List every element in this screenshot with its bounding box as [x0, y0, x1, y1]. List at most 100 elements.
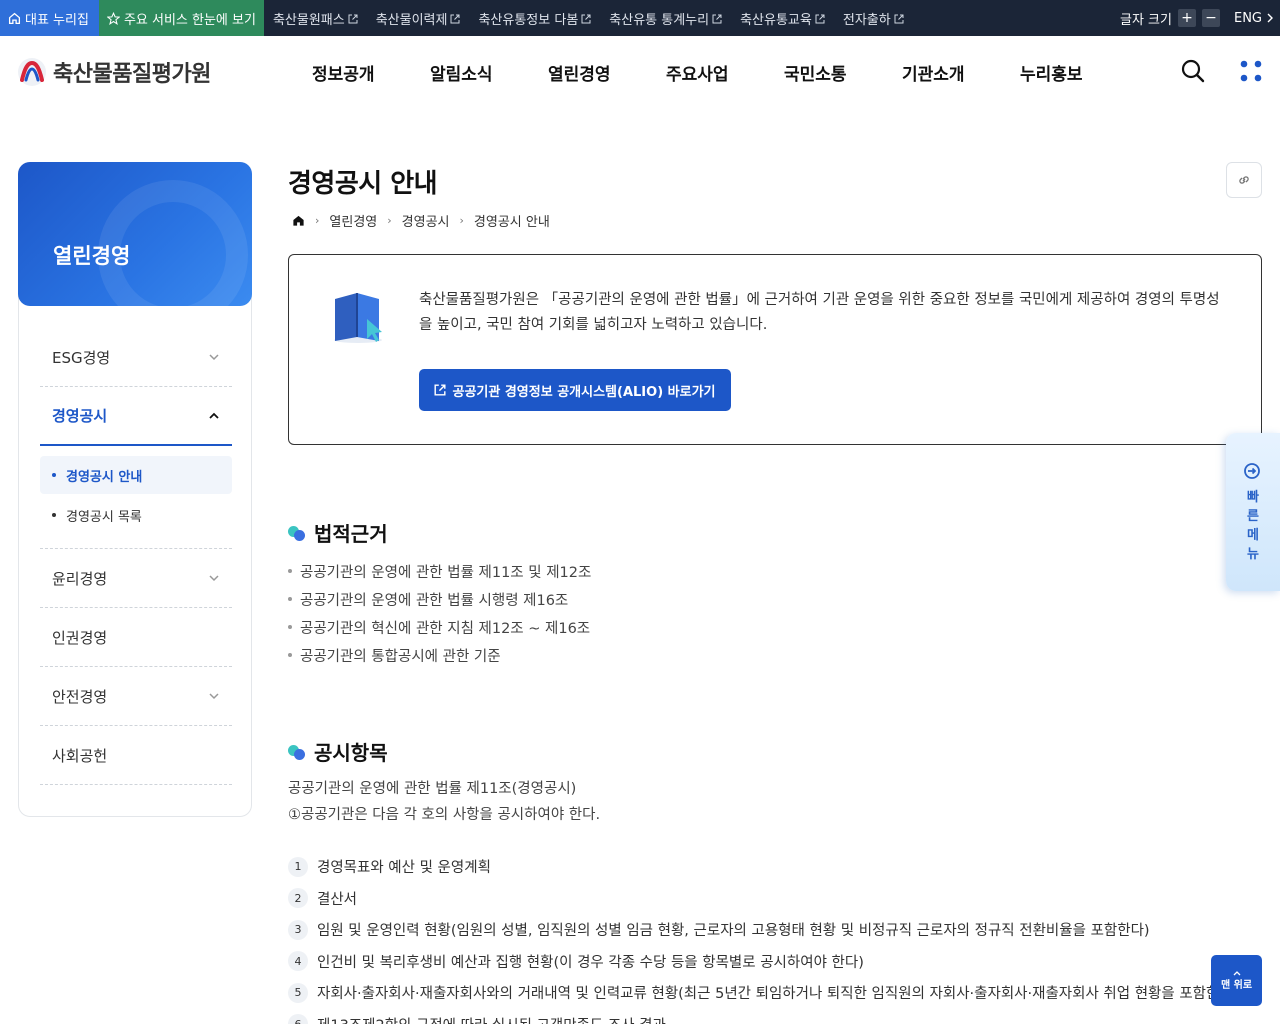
family-link-shipping[interactable]: 전자출하 [834, 9, 913, 28]
sidebar-item-ethics[interactable]: 윤리경영 [40, 549, 232, 608]
list-item: 6 제13조제2항의 규정에 따라 실시된 고객만족도 조사 결과 [288, 1009, 1212, 1024]
disclosure-items-list: 1 경영목표와 예산 및 운영계획 2 결산서 3 임원 및 운영인력 현황(임원의 … [288, 851, 1212, 1024]
submenu-item-label: 경영공시 목록 [66, 509, 142, 525]
external-link-icon [348, 13, 358, 24]
home-icon[interactable] [292, 214, 305, 227]
search-icon[interactable] [1180, 58, 1206, 84]
family-link-stats[interactable]: 축산유통 통계누리 [600, 9, 731, 28]
family-link-traceability[interactable]: 축산물이력제 [367, 9, 470, 28]
intro-text: 축산물품질평가원은 「공공기관의 운영에 관한 법률」에 근거하여 기관 운영을… [419, 292, 1220, 333]
item-number: 1 [288, 856, 308, 877]
home-icon [8, 12, 21, 24]
back-to-top-button[interactable]: 맨 위로 [1211, 955, 1262, 1006]
list-item: 5 자회사·출자회사·재출자회사와의 거래내역 및 인력교류 현황(최근 5년간 … [288, 977, 1212, 1009]
intro-box: 축산물품질평가원은 「공공기관의 운영에 관한 법률」에 근거하여 기관 운영을… [288, 254, 1262, 445]
submenu-item-disclosure-list[interactable]: 경영공시 목록 [40, 496, 232, 534]
sidebar-submenu: 경영공시 안내 경영공시 목록 [40, 446, 232, 549]
logo-mark-icon [18, 58, 46, 86]
book-icon [334, 293, 382, 343]
sidebar-menu: ESG경영 경영공시 경영공시 안내 경영공시 목록 윤리경영 인권경영 안전경… [40, 328, 232, 785]
item-text: 결산서 [317, 891, 358, 908]
family-link-label: 축산유통 통계누리 [609, 12, 710, 28]
item-text: 자회사·출자회사·재출자회사와의 거래내역 및 인력교류 현황(최근 5년간 퇴… [317, 986, 1212, 1003]
family-link-label: 축산유통교육 [740, 12, 812, 28]
item-number: 4 [288, 951, 308, 972]
page-title: 경영공시 안내 [288, 169, 438, 199]
family-link-onepass[interactable]: 축산물원패스 [264, 9, 367, 28]
item-number: 3 [288, 919, 308, 940]
family-link-label: 축산유통정보 다봄 [478, 12, 579, 28]
external-link-icon [450, 13, 460, 24]
external-link-icon [581, 13, 591, 24]
list-item: 공공기관의 운영에 관한 법률 시행령 제16조 [288, 585, 591, 613]
sidebar-title: 열린경영 [53, 244, 131, 268]
chevron-down-icon [209, 575, 219, 582]
all-menu-icon[interactable] [1240, 60, 1262, 82]
chevron-down-icon [209, 693, 219, 700]
services-overview-link[interactable]: 주요 서비스 한눈에 보기 [98, 0, 264, 36]
breadcrumb-current: 경영공시 안내 [473, 215, 550, 230]
home-site-link[interactable]: 대표 누리집 [0, 0, 99, 36]
external-link-icon [815, 13, 825, 24]
font-size-label: 글자 크기 [1120, 12, 1172, 28]
submenu-item-disclosure-guide[interactable]: 경영공시 안내 [40, 456, 232, 494]
list-item: 공공기관의 운영에 관한 법률 제11조 및 제12조 [288, 557, 591, 585]
item-number: 6 [288, 1014, 308, 1024]
star-icon [106, 11, 120, 25]
family-link-label: 축산물원패스 [272, 12, 345, 28]
bullet-dot [52, 473, 56, 477]
home-site-label: 대표 누리집 [25, 12, 89, 28]
nav-news[interactable]: 알림소식 [430, 60, 548, 85]
list-item: 공공기관의 혁신에 관한 지침 제12조 ~ 제16조 [288, 613, 591, 641]
list-item: 1 경영목표와 예산 및 운영계획 [288, 851, 1212, 883]
sidebar-item-esg[interactable]: ESG경영 [40, 328, 232, 387]
quick-menu-icon [1244, 463, 1260, 479]
breadcrumb-separator: › [387, 214, 392, 227]
list-item: 2 결산서 [288, 883, 1212, 915]
list-item: 4 인건비 및 복리후생비 예산과 집행 현황(이 경우 각종 수당 등을 항목별… [288, 946, 1212, 978]
section-bullet-icon [288, 524, 306, 542]
breadcrumb-separator: › [315, 214, 320, 227]
sidebar-item-label: 사회공헌 [52, 746, 108, 765]
link-icon [1239, 176, 1249, 184]
nav-about[interactable]: 기관소개 [902, 60, 1020, 85]
item-text: 임원 및 운영인력 현황(임원의 성별, 임직원의 성별 임금 현황, 근로자의… [317, 923, 1150, 940]
bullet-dot [52, 513, 56, 517]
sidebar-banner: 열린경영 [18, 162, 252, 306]
breadcrumb-item[interactable]: 경영공시 [402, 211, 450, 230]
top-utility-bar: 대표 누리집 주요 서비스 한눈에 보기 축산물원패스 축산물이력제 축산유통정… [0, 0, 1280, 36]
site-header: 축산물품질평가원 정보공개 알림소식 열린경영 주요사업 국민소통 기관소개 누… [0, 36, 1280, 108]
nav-info-disclosure[interactable]: 정보공개 [312, 60, 430, 85]
external-link-icon [434, 384, 447, 396]
english-site-label: ENG [1233, 10, 1262, 26]
section-bullet-icon [288, 743, 306, 761]
sidebar-item-human-rights[interactable]: 인권경영 [40, 608, 232, 667]
sub-navigation-sidebar: 열린경영 ESG경영 경영공시 경영공시 안내 경영공시 목록 윤리경영 인권경… [18, 162, 252, 817]
nav-main-business[interactable]: 주요사업 [666, 60, 784, 85]
chevron-up-icon [209, 412, 219, 419]
sidebar-item-label: 윤리경영 [52, 569, 108, 588]
sidebar-item-social-contribution[interactable]: 사회공헌 [40, 726, 232, 785]
family-link-education[interactable]: 축산유통교육 [731, 9, 834, 28]
share-link-button[interactable] [1226, 162, 1262, 198]
section-title-legal-label: 법적근거 [314, 522, 388, 546]
nav-public-communication[interactable]: 국민소통 [784, 60, 902, 85]
alio-shortcut-button[interactable]: 공공기관 경영정보 공개시스템(ALIO) 바로가기 [419, 369, 731, 411]
law-clause: ①공공기관은 다음 각 호의 사항을 공시하여야 한다. [288, 807, 601, 823]
english-site-link[interactable]: ENG [1234, 11, 1274, 26]
sidebar-item-disclosure[interactable]: 경영공시 [40, 387, 232, 446]
font-size-decrease-button[interactable]: − [1201, 9, 1220, 27]
nav-promotion[interactable]: 누리홍보 [1020, 60, 1138, 85]
quick-menu-tab[interactable]: 빠른메뉴 [1226, 433, 1280, 591]
item-text: 경영목표와 예산 및 운영계획 [317, 860, 491, 877]
item-text: 제13조제2항의 규정에 따라 실시된 고객만족도 조사 결과 [317, 1014, 666, 1024]
list-item: 공공기관의 통합공시에 관한 기준 [288, 641, 591, 669]
nav-open-management[interactable]: 열린경영 [548, 60, 666, 85]
font-size-increase-button[interactable]: + [1177, 9, 1196, 27]
breadcrumb-item[interactable]: 열린경영 [329, 211, 377, 230]
sidebar-item-label: 인권경영 [52, 628, 108, 647]
family-link-dabom[interactable]: 축산유통정보 다봄 [469, 9, 600, 28]
external-link-icon [894, 13, 904, 24]
sidebar-item-safety[interactable]: 안전경영 [40, 667, 232, 726]
site-logo[interactable]: 축산물품질평가원 [17, 56, 211, 88]
